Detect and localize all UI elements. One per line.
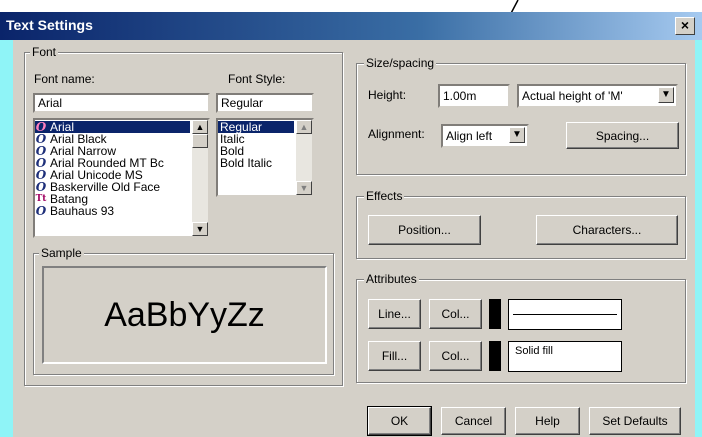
line-button[interactable]: Line... [368, 299, 421, 329]
title-bar[interactable]: Text Settings × [0, 12, 702, 40]
alignment-select[interactable]: Align left ▼ [441, 124, 529, 148]
dialog-body: Font Font name: Font Style: Arial Regula… [13, 40, 695, 437]
fill-style-preview[interactable]: Solid fill [508, 341, 622, 372]
height-mode-value: Actual height of 'M' [522, 89, 623, 103]
chevron-down-icon[interactable]: ▼ [509, 127, 525, 143]
alignment-label: Alignment: [368, 127, 425, 141]
font-name-input[interactable]: Arial [33, 93, 210, 113]
attributes-legend: Attributes [364, 272, 419, 286]
line-style-preview[interactable] [508, 299, 622, 330]
spacing-button[interactable]: Spacing... [566, 122, 679, 149]
line-color-swatch[interactable] [489, 299, 501, 329]
size-spacing-legend: Size/spacing [364, 56, 437, 70]
ok-button[interactable]: OK [367, 406, 432, 436]
position-button[interactable]: Position... [368, 215, 481, 245]
style-list-items: Regular Italic Bold Bold Italic [218, 121, 294, 169]
size-spacing-group [356, 63, 686, 175]
font-list-item[interactable]: O Bauhaus 93 [35, 205, 190, 217]
height-input[interactable]: 1.00m [438, 84, 510, 108]
opentype-font-icon: O [35, 180, 47, 194]
style-list-item[interactable]: Bold Italic [218, 157, 294, 169]
sample-preview: AaBbYyZz [42, 266, 327, 364]
font-style-label: Font Style: [228, 72, 286, 86]
font-group-legend: Font [30, 45, 59, 59]
fill-color-swatch[interactable] [489, 341, 501, 371]
font-name-list[interactable]: O Arial O Arial Black O Arial Narrow O Arial Ro… [33, 118, 210, 238]
close-button[interactable]: × [675, 17, 695, 35]
font-style-input[interactable]: Regular [216, 93, 314, 113]
font-list-item-label: Bauhaus 93 [50, 204, 115, 218]
set-defaults-button[interactable]: Set Defaults [589, 407, 681, 435]
style-list-scrollbar[interactable]: ▲ ▼ [296, 120, 312, 195]
font-name-label: Font name: [34, 72, 95, 86]
dialog-title: Text Settings [6, 17, 93, 33]
height-mode-select[interactable]: Actual height of 'M' ▼ [517, 84, 678, 108]
height-label: Height: [368, 88, 407, 102]
fill-button[interactable]: Fill... [368, 341, 421, 371]
opentype-font-icon: O [35, 204, 47, 218]
sample-legend: Sample [39, 246, 84, 260]
font-style-list[interactable]: Regular Italic Bold Bold Italic ▲ ▼ [216, 118, 314, 197]
chevron-down-icon[interactable]: ▼ [658, 87, 674, 103]
characters-button[interactable]: Characters... [536, 215, 678, 245]
scroll-down-icon[interactable]: ▼ [296, 181, 312, 195]
scroll-up-icon[interactable]: ▲ [296, 120, 312, 134]
cancel-button[interactable]: Cancel [441, 407, 506, 435]
alignment-value: Align left [446, 129, 493, 143]
font-list-items: O Arial O Arial Black O Arial Narrow O Arial Ro… [35, 121, 190, 217]
help-button[interactable]: Help [515, 407, 580, 435]
line-sample [513, 314, 617, 315]
scroll-down-icon[interactable]: ▼ [192, 222, 208, 236]
line-color-button[interactable]: Col... [429, 299, 482, 329]
fill-color-button[interactable]: Col... [429, 341, 482, 371]
effects-legend: Effects [364, 189, 405, 203]
scroll-up-icon[interactable]: ▲ [192, 120, 208, 134]
scroll-thumb[interactable] [192, 134, 208, 148]
font-list-scrollbar[interactable]: ▲ ▼ [192, 120, 208, 236]
dialog-window: Text Settings × Font Font name: Font Sty… [0, 12, 702, 437]
